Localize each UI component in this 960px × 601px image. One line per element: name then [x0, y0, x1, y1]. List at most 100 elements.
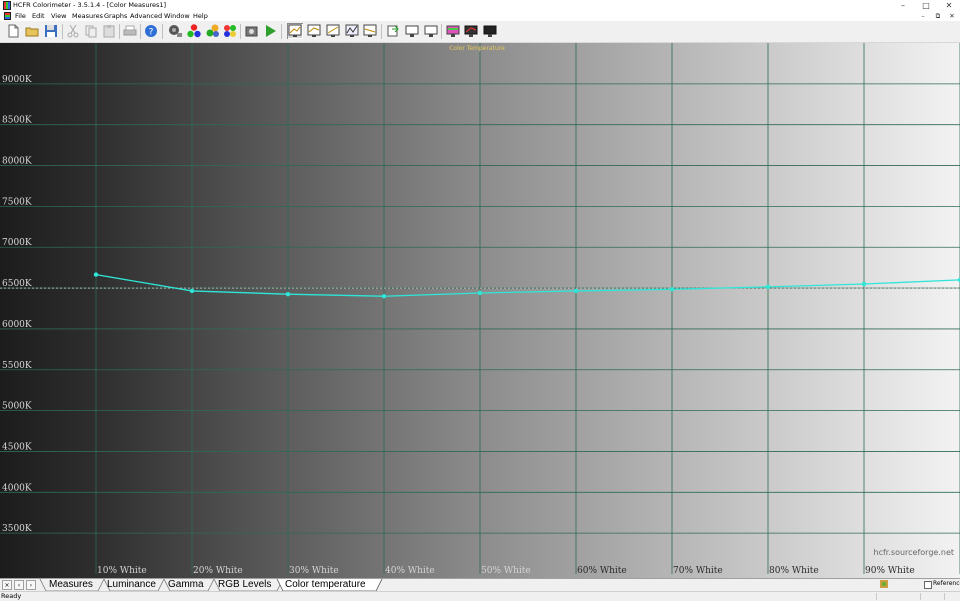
rgb-blocks-icon[interactable]: [205, 23, 221, 39]
tab-color-temperature[interactable]: Color temperature: [285, 579, 366, 591]
data-point[interactable]: [381, 294, 387, 299]
x-tick-label: 80% White: [769, 566, 819, 576]
monitor-dark-icon[interactable]: [463, 23, 479, 39]
y-tick-label: 8000K: [2, 157, 32, 167]
menu-graphs[interactable]: Graphs: [104, 12, 127, 20]
menu-window[interactable]: Window: [164, 12, 190, 20]
toolbar: ?: [0, 21, 960, 43]
copy-icon[interactable]: [83, 23, 99, 39]
monitor-color-icon[interactable]: [445, 23, 461, 39]
y-tick-label: 5500K: [2, 361, 32, 371]
menu-edit[interactable]: Edit: [32, 12, 45, 20]
help-icon[interactable]: ?: [143, 23, 159, 39]
reference-label: Reference: [933, 580, 960, 587]
toolbar-separator: [119, 24, 120, 39]
x-tick-label: 50% White: [481, 566, 531, 576]
toolbar-separator: [240, 24, 241, 39]
monitor-3-icon[interactable]: [482, 23, 498, 39]
y-tick-label: 5000K: [2, 402, 32, 412]
status-panel: [920, 593, 921, 600]
menu-bar: File Edit View Measures Graphs Advanced …: [0, 11, 960, 21]
color-temperature-chart[interactable]: 3500K 4000K 4500K 5000K 5500K 6000K 6500K 7000K…: [0, 43, 960, 578]
graph-view-1-icon[interactable]: [287, 23, 303, 39]
mdi-restore-button[interactable]: ⧉: [932, 11, 944, 21]
toolbar-separator: [441, 24, 442, 39]
tab-rgb-levels[interactable]: RGB Levels: [218, 579, 271, 591]
graph-view-4-icon[interactable]: [344, 23, 360, 39]
status-panel: [944, 593, 945, 600]
y-tick-label: 3500K: [2, 524, 32, 534]
x-tick-label: 30% White: [289, 566, 339, 576]
tab-gamma[interactable]: Gamma: [168, 579, 204, 591]
close-button[interactable]: ✕: [941, 0, 957, 11]
toolbar-separator: [140, 24, 141, 39]
toolbar-separator: [381, 24, 382, 39]
window-title: HCFR Colorimeter - 3.5.1.4 - [Color Meas…: [13, 1, 167, 9]
menu-file[interactable]: File: [15, 12, 26, 20]
y-tick-label: 9000K: [2, 75, 32, 85]
title-bar: HCFR Colorimeter - 3.5.1.4 - [Color Meas…: [0, 0, 960, 11]
menu-view[interactable]: View: [51, 12, 66, 20]
graph-view-2-icon[interactable]: [306, 23, 322, 39]
y-tick-label: 4000K: [2, 483, 32, 493]
print-icon[interactable]: [122, 23, 138, 39]
data-point[interactable]: [93, 272, 99, 277]
graph-view-3-icon[interactable]: [325, 23, 341, 39]
minimize-button[interactable]: –: [895, 0, 911, 11]
y-tick-label: 7500K: [2, 197, 32, 207]
data-point[interactable]: [765, 284, 771, 290]
data-point[interactable]: [189, 288, 195, 294]
x-tick-label: 40% White: [385, 566, 435, 576]
x-tick-label: 90% White: [865, 566, 915, 576]
graph-view-5-icon[interactable]: [362, 23, 378, 39]
data-point[interactable]: [861, 281, 867, 287]
mdi-minimize-button[interactable]: –: [917, 11, 929, 21]
x-axis-labels: 10% White 20% White 30% White 40% White 50% …: [97, 566, 915, 576]
mdi-close-button[interactable]: ✕: [946, 11, 958, 21]
toolbar-separator: [162, 24, 163, 39]
sensor-icon[interactable]: [167, 23, 183, 39]
y-tick-label: 6500K: [2, 279, 32, 289]
y-tick-label: 8500K: [2, 116, 32, 126]
toolbar-separator: [62, 24, 63, 39]
data-point[interactable]: [573, 288, 579, 294]
rgb-flower-icon[interactable]: [222, 23, 238, 39]
x-tick-label: 70% White: [673, 566, 723, 576]
menu-advanced[interactable]: Advanced: [130, 12, 162, 20]
x-tick-label: 20% White: [193, 566, 243, 576]
y-tick-label: 7000K: [2, 238, 32, 248]
status-panel: [876, 593, 877, 600]
monitor-1-icon[interactable]: [404, 23, 420, 39]
save-icon[interactable]: [43, 23, 59, 39]
rgb-dots-icon[interactable]: [186, 23, 202, 39]
export-icon[interactable]: [385, 23, 401, 39]
data-point[interactable]: [669, 287, 675, 292]
paste-icon[interactable]: [101, 23, 117, 39]
app-icon: [3, 1, 11, 10]
reference-icon: [880, 580, 888, 588]
chart-title: Color Temperature: [449, 45, 505, 52]
new-file-icon[interactable]: [5, 23, 21, 39]
cut-icon[interactable]: [65, 23, 81, 39]
menu-measures[interactable]: Measures: [72, 12, 103, 20]
data-point[interactable]: [477, 290, 483, 296]
y-tick-label: 4500K: [2, 442, 32, 452]
menu-help[interactable]: Help: [193, 12, 208, 20]
x-tick-label: 10% White: [97, 566, 147, 576]
open-folder-icon[interactable]: [24, 23, 40, 39]
document-icon: [4, 12, 11, 20]
x-tick-label: 60% White: [577, 566, 627, 576]
reference-checkbox[interactable]: [924, 581, 932, 589]
pattern-generator-icon[interactable]: [244, 23, 260, 39]
tab-luminance[interactable]: Luminance: [107, 579, 156, 591]
y-tick-label: 6000K: [2, 320, 32, 330]
chart-svg: 3500K 4000K 4500K 5000K 5500K 6000K 6500K 7000K…: [0, 43, 960, 578]
toolbar-separator: [281, 24, 282, 39]
tab-measures[interactable]: Measures: [49, 579, 93, 591]
data-point[interactable]: [285, 292, 291, 297]
maximize-button[interactable]: □: [918, 0, 934, 11]
svg-text:?: ?: [149, 28, 154, 38]
tab-bar: × ‹ › Measures Luminance Gamma RGB Level…: [0, 578, 960, 592]
monitor-2-icon[interactable]: [423, 23, 439, 39]
play-icon[interactable]: [262, 23, 278, 39]
